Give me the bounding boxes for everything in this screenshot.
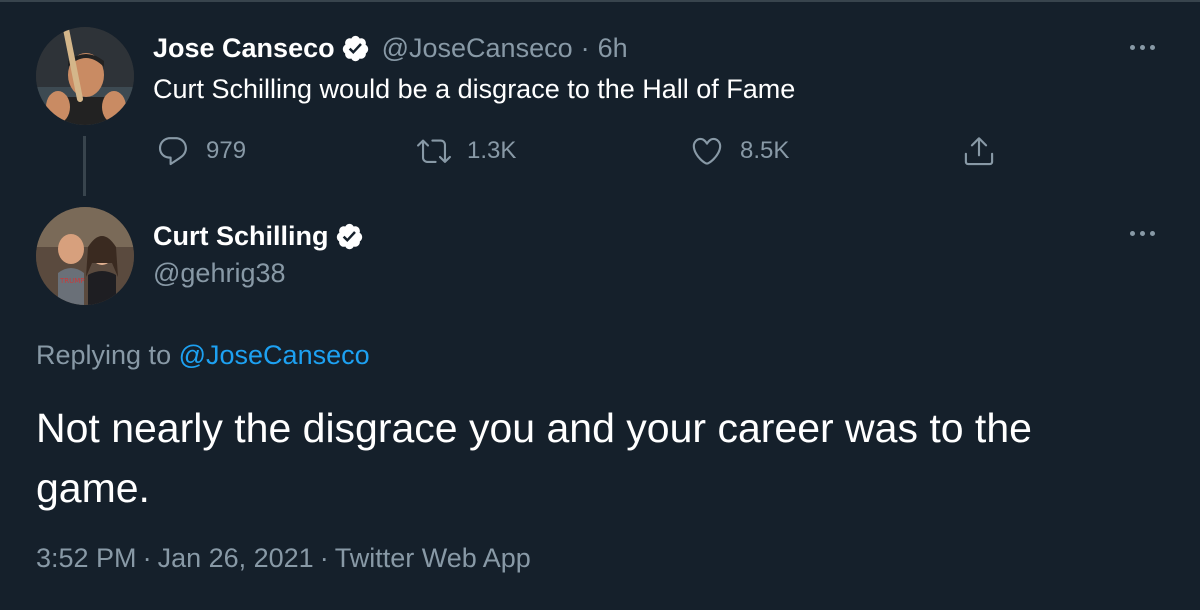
parent-handle[interactable]: @JoseCanseco xyxy=(382,33,573,64)
reply-display-name[interactable]: Curt Schilling xyxy=(153,221,329,252)
like-button[interactable]: 8.5K xyxy=(690,133,789,169)
reply-tweet-header: Curt Schilling xyxy=(153,218,364,254)
reply-button[interactable]: 979 xyxy=(156,133,246,169)
tweet-date[interactable]: Jan 26, 2021 xyxy=(158,543,314,573)
top-divider xyxy=(0,0,1200,2)
replying-prefix: Replying to xyxy=(36,340,172,370)
reply-count: 979 xyxy=(206,137,247,164)
verified-badge-icon xyxy=(336,223,362,249)
reply-more-options-icon[interactable] xyxy=(1128,228,1168,240)
curt-schilling-avatar[interactable]: TRUMP xyxy=(36,207,134,305)
verified-badge-icon xyxy=(342,35,368,61)
reply-icon xyxy=(158,137,187,166)
parent-time[interactable]: 6h xyxy=(598,33,628,64)
svg-text:TRUMP: TRUMP xyxy=(59,277,85,285)
baseball-player-avatar-icon xyxy=(36,27,134,125)
meta-separator: · xyxy=(142,543,152,573)
retweet-icon xyxy=(417,139,451,163)
parent-tweet-text: Curt Schilling would be a disgrace to th… xyxy=(153,74,796,104)
tweet-meta: 3:52 PM · Jan 26, 2021 · Twitter Web App xyxy=(36,543,531,574)
replying-mention-link[interactable]: @JoseCanseco xyxy=(179,340,370,370)
replying-to-line: Replying to @JoseCanseco xyxy=(36,340,370,371)
reply-tweet-text: Not nearly the disgrace you and your car… xyxy=(36,405,1032,511)
parent-display-name[interactable]: Jose Canseco xyxy=(153,33,335,64)
tweet-timestamp[interactable]: 3:52 PM xyxy=(36,543,137,573)
parent-more-options-icon[interactable] xyxy=(1128,42,1168,54)
reply-handle[interactable]: @gehrig38 xyxy=(153,258,286,289)
retweet-button[interactable]: 1.3K xyxy=(417,133,516,169)
heart-icon xyxy=(692,137,722,165)
share-icon xyxy=(964,137,994,166)
parent-tweet-header: Jose Canseco @JoseCanseco · 6h xyxy=(153,30,628,66)
couple-photo-avatar-icon: TRUMP xyxy=(36,207,134,305)
retweet-count: 1.3K xyxy=(467,137,517,164)
like-count: 8.5K xyxy=(740,137,790,164)
thread-connector-line xyxy=(83,136,86,196)
tweet-source[interactable]: Twitter Web App xyxy=(335,543,531,573)
header-separator: · xyxy=(580,32,590,63)
jose-canseco-avatar[interactable] xyxy=(36,27,134,125)
share-button[interactable] xyxy=(962,133,996,169)
meta-separator: · xyxy=(319,543,329,573)
